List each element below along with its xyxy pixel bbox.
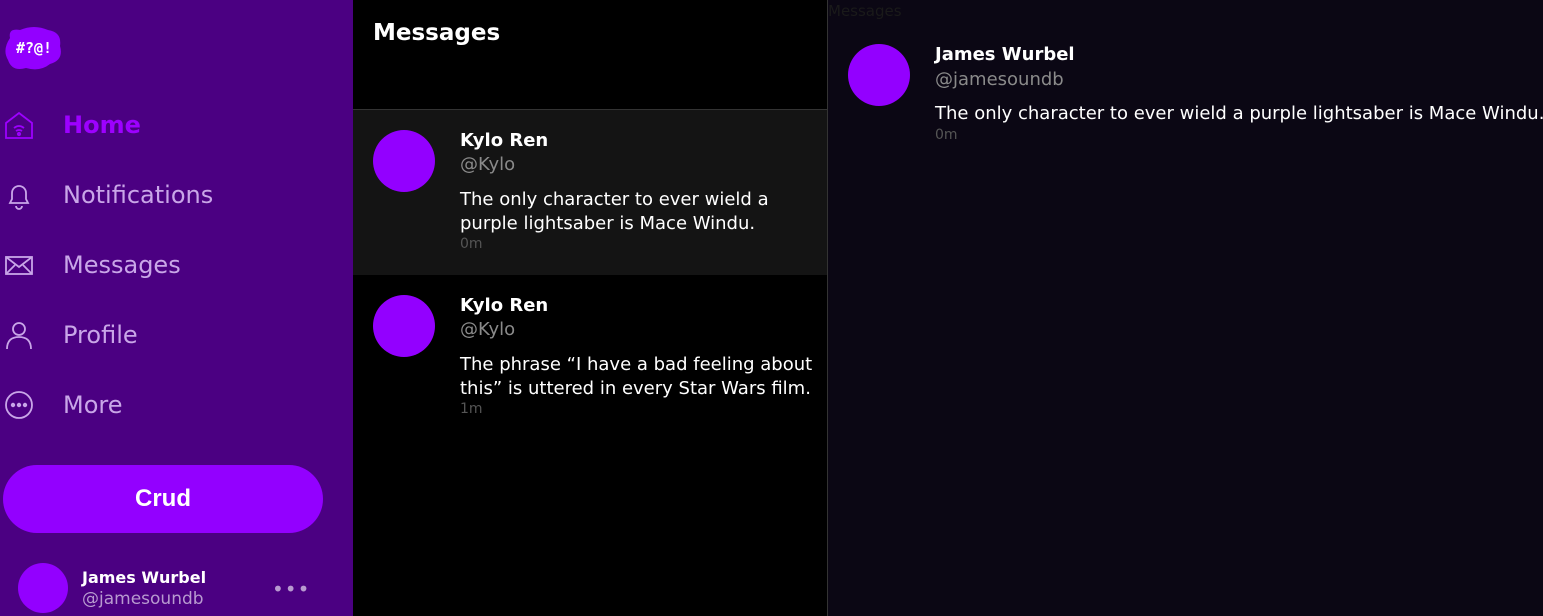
message-list-item[interactable]: Kylo Ren @Kylo The only character to eve… [353, 110, 827, 275]
messages-column: Messages Kylo Ren @Kylo The only charact… [353, 0, 828, 616]
account-handle: @jamesoundb [82, 589, 204, 609]
conversation-message: James Wurbel @jamesoundb The only charac… [828, 0, 1543, 160]
sender-name: Kylo Ren [460, 130, 549, 151]
user-icon [1, 317, 37, 353]
message-time: 0m [935, 127, 958, 143]
conversation-panel: Messages James Wurbel @jamesoundb The on… [828, 0, 1543, 616]
sidebar-item-more[interactable]: More [0, 380, 300, 430]
sidebar-item-profile[interactable]: Profile [0, 310, 300, 360]
avatar [848, 44, 910, 106]
account-switcher[interactable]: James Wurbel @jamesoundb ••• [18, 563, 318, 616]
sidebar-item-label: Notifications [63, 181, 214, 209]
more-circle-icon [1, 387, 37, 423]
sender-handle: @Kylo [460, 154, 516, 175]
message-text: The only character to ever wield a purpl… [935, 103, 1543, 124]
sidebar-item-messages[interactable]: Messages [0, 240, 300, 290]
sender-handle: @Kylo [460, 319, 516, 340]
message-preview: The phrase “I have a bad feeling about t… [460, 354, 813, 399]
sidebar-item-label: Messages [63, 251, 181, 279]
messages-header: Messages [353, 0, 828, 110]
message-time: 1m [460, 401, 483, 417]
avatar [373, 295, 435, 357]
message-list-item[interactable]: Kylo Ren @Kylo The phrase “I have a bad … [353, 275, 827, 440]
bell-icon [1, 177, 37, 213]
account-menu-icon[interactable]: ••• [272, 577, 310, 601]
sidebar-item-label: Profile [63, 321, 138, 349]
sidebar-item-home[interactable]: Home [0, 100, 300, 150]
home-icon [1, 107, 37, 143]
sender-handle: @jamesoundb [935, 69, 1064, 90]
sidebar-item-notifications[interactable]: Notifications [0, 170, 300, 220]
message-preview: The only character to ever wield a purpl… [460, 189, 769, 234]
sidebar-item-label: More [63, 391, 123, 419]
sidebar-item-label: Home [63, 111, 141, 139]
avatar [373, 130, 435, 192]
envelope-icon [1, 247, 37, 283]
page-title: Messages [373, 20, 501, 46]
app-logo[interactable]: #?@! [4, 24, 64, 74]
sender-name: Kylo Ren [460, 295, 549, 316]
sidebar: #?@! Home Notifications Messages Profile… [0, 0, 353, 616]
logo-text: #?@! [16, 39, 52, 57]
avatar [18, 563, 68, 613]
sender-name: James Wurbel [935, 44, 1075, 65]
compose-button[interactable]: Crud [3, 465, 323, 533]
account-name: James Wurbel [82, 568, 207, 587]
speech-bubble-logo-icon: #?@! [5, 27, 61, 70]
message-time: 0m [460, 236, 483, 252]
